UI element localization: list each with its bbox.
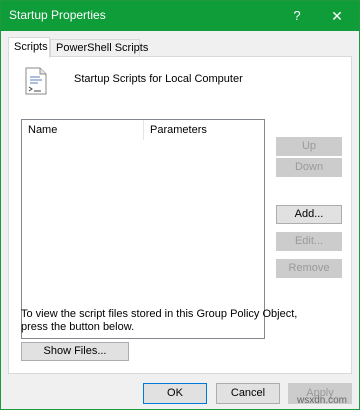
up-button[interactable]: Up — [276, 137, 342, 156]
startup-properties-dialog: Startup Properties ? ✕ Scripts PowerShel… — [0, 0, 360, 410]
title-bar[interactable]: Startup Properties ? ✕ — [1, 1, 359, 31]
remove-button[interactable]: Remove — [276, 259, 342, 278]
scripts-heading: Startup Scripts for Local Computer — [74, 73, 243, 85]
close-button[interactable]: ✕ — [315, 1, 359, 31]
column-header-name[interactable]: Name — [22, 120, 144, 140]
scripts-list[interactable]: Name Parameters — [21, 119, 265, 339]
add-button[interactable]: Add... — [276, 205, 342, 224]
tab-powershell-scripts[interactable]: PowerShell Scripts — [50, 39, 148, 57]
help-button[interactable]: ? — [279, 1, 315, 31]
window-title: Startup Properties — [9, 8, 106, 22]
tab-scripts[interactable]: Scripts — [8, 37, 50, 58]
script-document-icon — [25, 67, 47, 95]
ok-button[interactable]: OK — [143, 383, 207, 404]
cancel-button[interactable]: Cancel — [216, 383, 280, 404]
show-files-button[interactable]: Show Files... — [21, 342, 129, 361]
down-button[interactable]: Down — [276, 158, 342, 177]
show-files-description: To view the script files stored in this … — [21, 308, 298, 333]
watermark-text: wsxdn.com — [297, 395, 348, 406]
column-header-parameters[interactable]: Parameters — [144, 120, 264, 140]
edit-button[interactable]: Edit... — [276, 232, 342, 251]
scripts-panel: Startup Scripts for Local Computer Name … — [8, 56, 352, 374]
